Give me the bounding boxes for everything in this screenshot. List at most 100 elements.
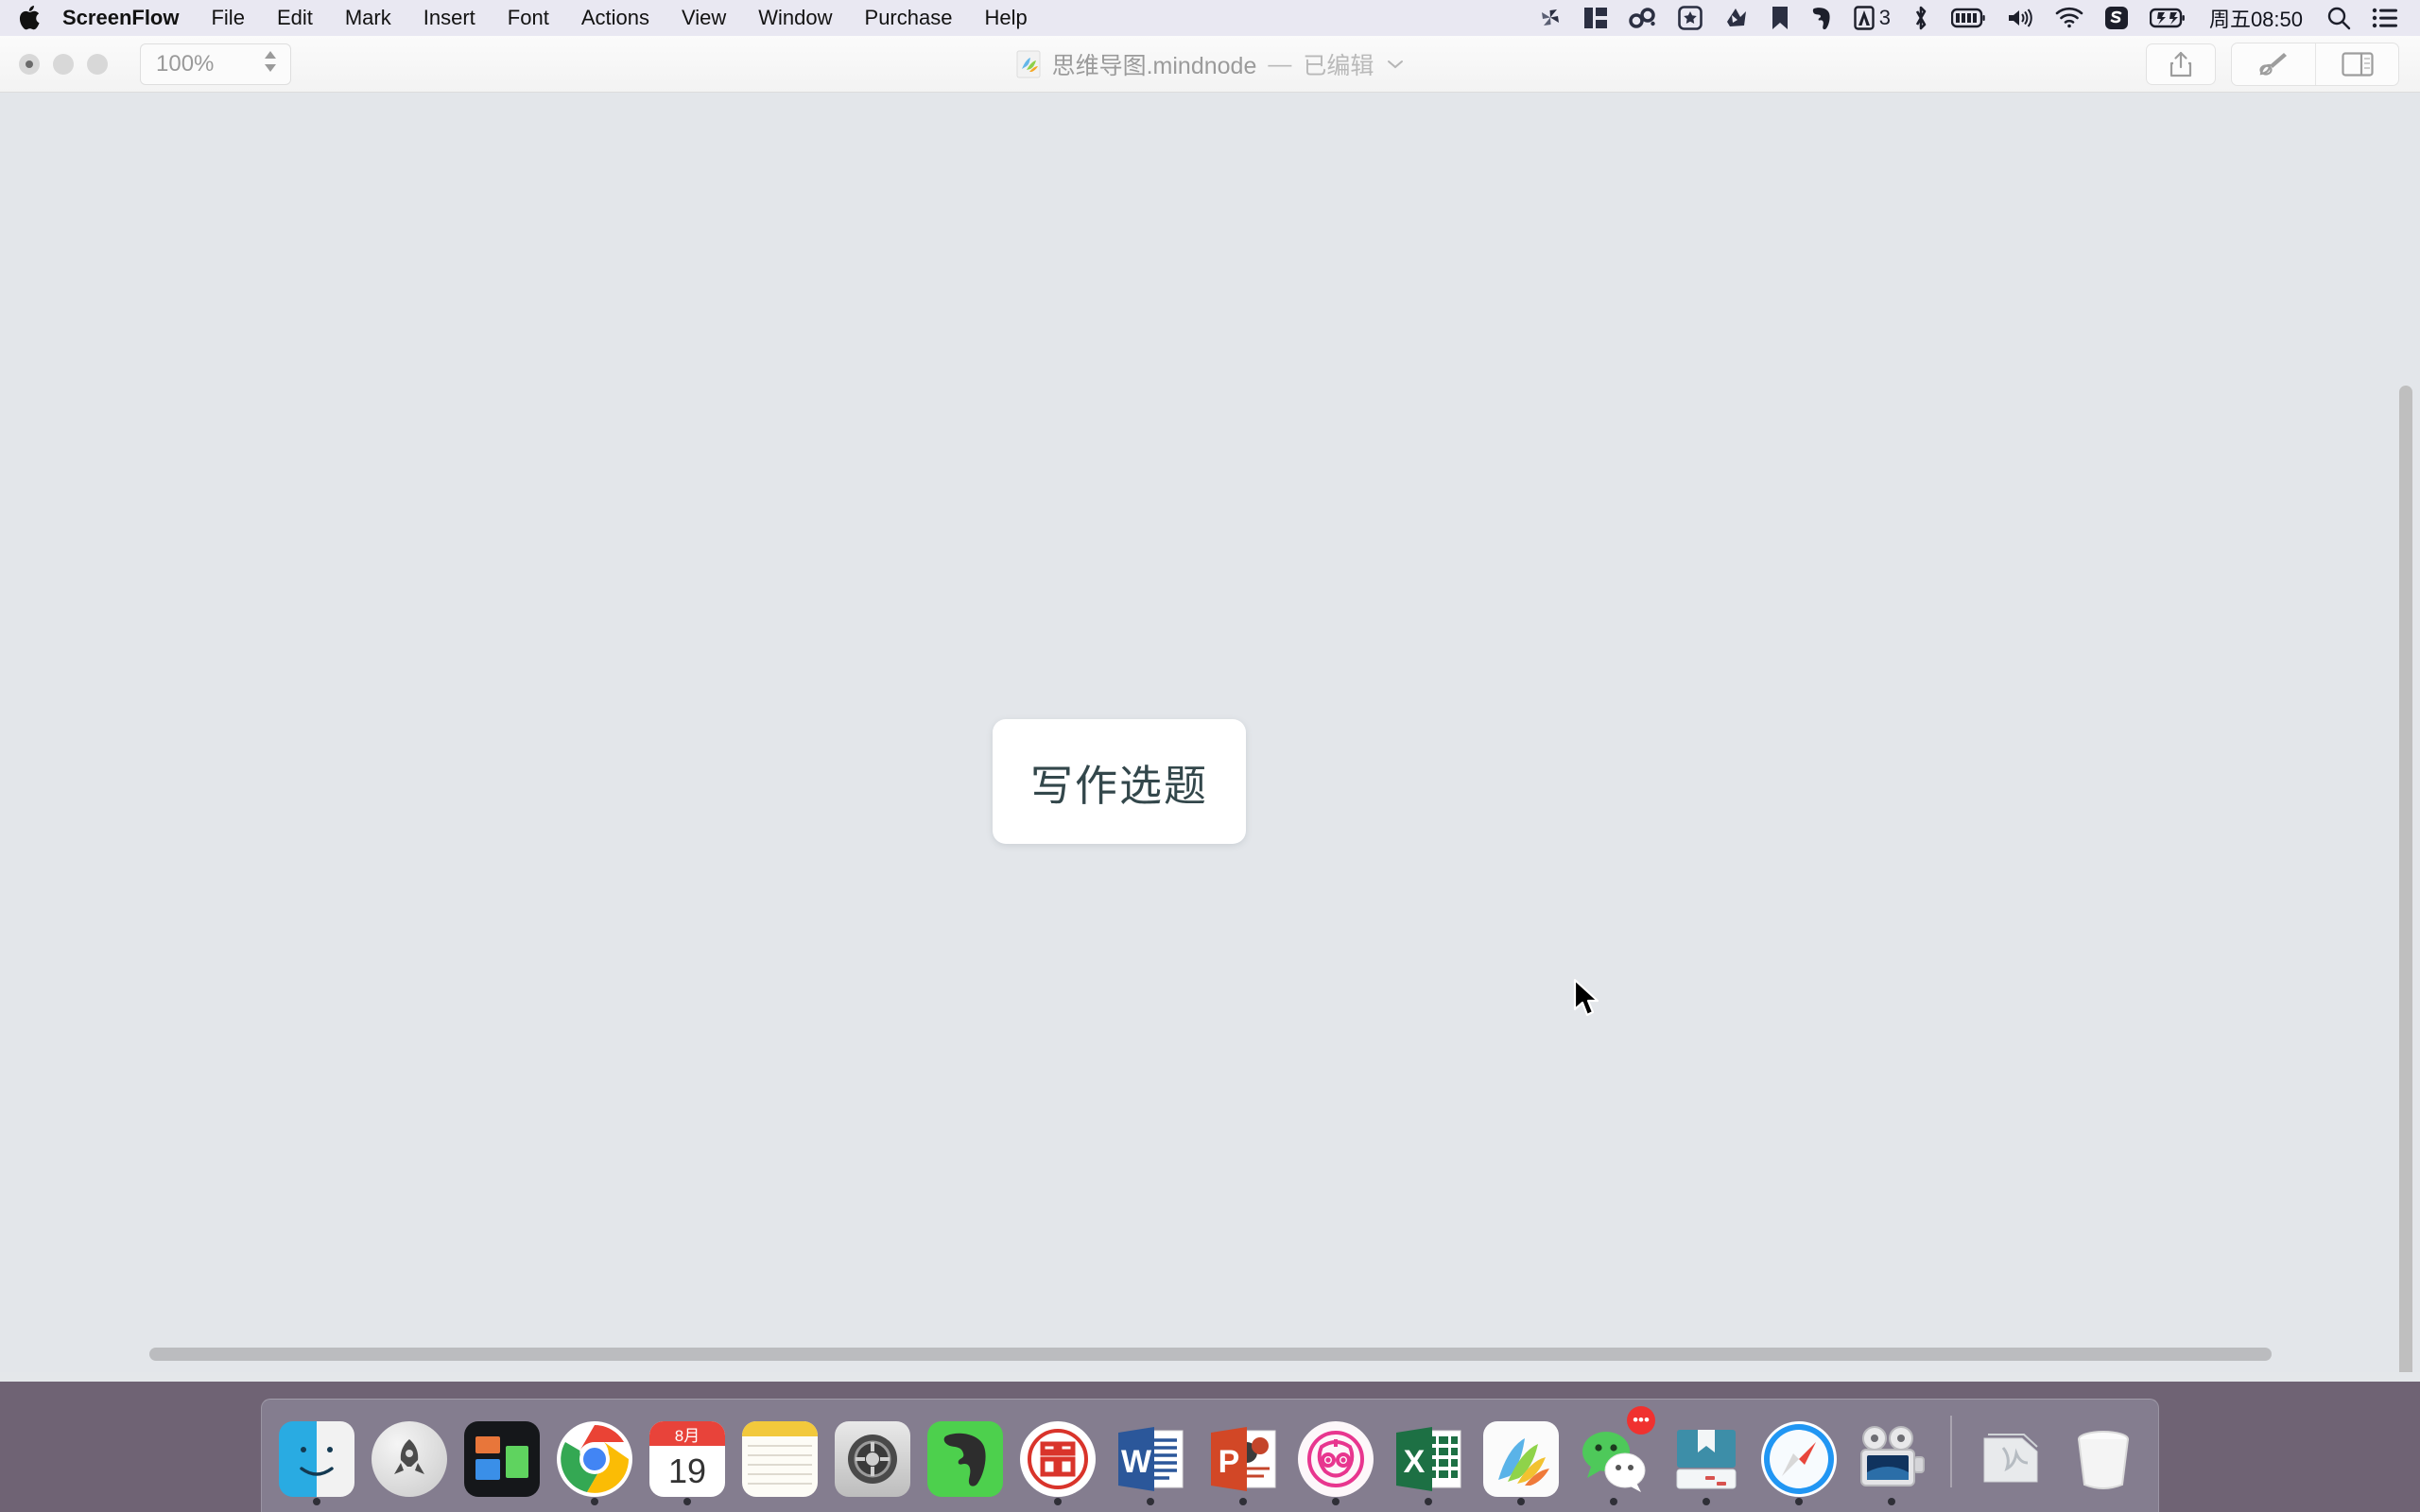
grid-panels-icon[interactable]	[1573, 0, 1618, 36]
bookmark-star-icon[interactable]	[1668, 0, 1713, 36]
dock-item-microsoft-word[interactable]: W	[1107, 1408, 1194, 1506]
close-button[interactable]	[19, 53, 40, 75]
window-title-group: 思维导图.mindnode — 已编辑	[0, 36, 2420, 93]
menu-item-insert[interactable]: Insert	[407, 0, 492, 36]
chevron-down-icon[interactable]	[1387, 55, 1404, 75]
sogou-input-icon[interactable]	[2094, 0, 2139, 36]
dock-divider	[1950, 1416, 1952, 1487]
system-preferences-icon	[835, 1421, 910, 1497]
microsoft-excel-icon: X	[1391, 1421, 1466, 1497]
dock-item-finder[interactable]	[273, 1408, 360, 1506]
dock-item-evernote[interactable]	[922, 1408, 1009, 1506]
menu-item-screenflow[interactable]: ScreenFlow	[57, 0, 195, 36]
running-indicator	[1147, 1498, 1154, 1505]
menu-item-help[interactable]: Help	[968, 0, 1043, 36]
running-indicator	[1703, 1498, 1710, 1505]
menu-item-edit[interactable]: Edit	[261, 0, 329, 36]
pinwheel-icon[interactable]	[1528, 0, 1573, 36]
stepper-updown-icon[interactable]	[262, 47, 279, 80]
evernote-icon	[927, 1421, 1003, 1497]
seal-app-icon	[1020, 1421, 1096, 1497]
evernote-elephant-icon[interactable]	[1800, 0, 1843, 36]
powerpoint-letter: P	[1219, 1444, 1240, 1480]
toolbar-right	[2146, 36, 2399, 93]
vertical-scrollbar[interactable]	[2399, 386, 2412, 1372]
finder-icon	[279, 1421, 354, 1497]
documents-stack-icon	[1973, 1421, 2048, 1497]
dock-item-book-app[interactable]	[1663, 1408, 1750, 1506]
menu-item-actions[interactable]: Actions	[565, 0, 666, 36]
adobe-a-icon[interactable]: 3	[1843, 0, 1901, 36]
running-indicator	[1054, 1498, 1062, 1505]
screenflow-icon	[1854, 1421, 1929, 1497]
dock-item-wechat[interactable]: •••	[1570, 1406, 1657, 1506]
dock-item-mission-control[interactable]	[458, 1408, 545, 1506]
book-app-icon	[1668, 1421, 1744, 1497]
menu-item-mark[interactable]: Mark	[329, 0, 407, 36]
search-icon[interactable]	[2316, 0, 2361, 36]
mission-control-icon	[464, 1421, 540, 1497]
mouse-pointer	[1572, 978, 1604, 1026]
wifi-icon[interactable]	[2045, 0, 2094, 36]
dock-item-screenflow[interactable]	[1848, 1408, 1935, 1506]
window-titlebar: 100% 思维导图.mindnode — 已编辑	[0, 36, 2420, 93]
control-center-icon[interactable]	[2361, 0, 2409, 36]
inspector-button[interactable]	[2315, 43, 2398, 85]
chain-links-icon[interactable]	[1618, 0, 1668, 36]
notes-icon	[742, 1421, 818, 1497]
document-state: 已编辑	[1303, 53, 1374, 79]
running-indicator	[591, 1498, 598, 1505]
apple-menu-icon[interactable]	[17, 4, 42, 32]
dock-item-microsoft-excel[interactable]: X	[1385, 1408, 1472, 1506]
horizontal-scrollbar[interactable]	[149, 1348, 2272, 1361]
bluetooth-icon[interactable]	[1901, 0, 1941, 36]
running-indicator	[1610, 1498, 1617, 1505]
menu-item-font[interactable]: Font	[492, 0, 565, 36]
mindmap-canvas[interactable]: 写作选题	[0, 93, 2420, 1372]
menu-item-view[interactable]: View	[666, 0, 742, 36]
running-indicator	[313, 1498, 320, 1505]
launchpad-icon	[372, 1421, 447, 1497]
battery-charging-icon[interactable]	[2139, 0, 2196, 36]
dock-item-notes[interactable]	[736, 1408, 823, 1506]
dock-item-owl-app[interactable]	[1292, 1408, 1379, 1506]
style-button[interactable]	[2232, 43, 2315, 85]
dock-item-system-preferences[interactable]	[829, 1408, 916, 1506]
dock-item-safari[interactable]	[1755, 1408, 1842, 1506]
menu-bar: ScreenFlow File Edit Mark Insert Font Ac…	[0, 0, 2420, 36]
paintbrush-icon	[2259, 53, 2287, 76]
desktop: 8月 19 W P X •••	[0, 1382, 2420, 1512]
dock: 8月 19 W P X •••	[261, 1399, 2159, 1512]
calendar-day: 19	[667, 1452, 707, 1490]
zoom-level-value: 100%	[156, 50, 215, 77]
dock-item-documents-stack[interactable]	[1967, 1408, 2054, 1506]
dock-item-seal-app[interactable]	[1014, 1408, 1101, 1506]
mindmap-root-node[interactable]: 写作选题	[993, 719, 1246, 844]
volume-icon[interactable]	[1996, 0, 2045, 36]
dock-item-mindnode[interactable]	[1478, 1408, 1564, 1506]
dock-item-trash[interactable]	[2060, 1408, 2147, 1506]
alfred-hat-icon[interactable]	[1713, 0, 1760, 36]
share-icon	[2169, 51, 2192, 77]
adobe-badge-count: 3	[1878, 6, 1891, 29]
wechat-badge: •••	[1627, 1406, 1655, 1435]
menu-item-window[interactable]: Window	[742, 0, 848, 36]
minimize-button[interactable]	[53, 53, 74, 75]
dock-item-launchpad[interactable]	[366, 1408, 453, 1506]
menu-item-file[interactable]: File	[195, 0, 260, 36]
menu-item-purchase[interactable]: Purchase	[849, 0, 969, 36]
owl-app-icon	[1298, 1421, 1374, 1497]
calendar-icon: 8月 19	[649, 1421, 725, 1497]
document-separator: —	[1268, 50, 1292, 77]
zoom-button[interactable]	[87, 53, 108, 75]
battery-icon[interactable]	[1941, 0, 1996, 36]
menu-bar-clock[interactable]: 周五08:50	[2196, 3, 2316, 33]
share-button[interactable]	[2146, 43, 2216, 85]
zoom-stepper[interactable]: 100%	[140, 43, 291, 85]
document-title: 思维导图.mindnode	[1051, 53, 1257, 79]
google-chrome-icon	[557, 1421, 632, 1497]
dock-item-calendar[interactable]: 8月 19	[644, 1408, 731, 1506]
bookmark-icon[interactable]	[1760, 0, 1800, 36]
dock-item-microsoft-powerpoint[interactable]: P	[1200, 1408, 1287, 1506]
dock-item-google-chrome[interactable]	[551, 1408, 638, 1506]
